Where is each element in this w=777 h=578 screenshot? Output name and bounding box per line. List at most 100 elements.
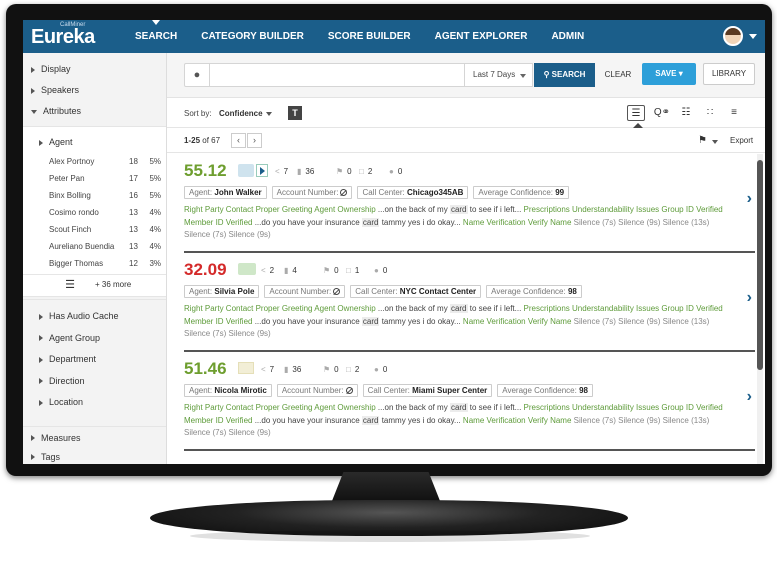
play-icon[interactable] [256,164,268,177]
tag-stat[interactable]: ⚑ 0 [323,365,339,374]
tag-stat[interactable]: ⚑ 0 [323,266,339,275]
nav-agent-explorer[interactable]: AGENT EXPLORER [435,20,528,53]
attr-has-audio-cache[interactable]: Has Audio Cache [23,306,166,328]
email-icon[interactable] [238,362,254,374]
share-stat[interactable]: <7 [275,167,288,176]
brand-logo[interactable]: CallMiner Eureka [23,20,123,53]
attr-agent-group[interactable]: Agent Group [23,328,166,350]
attr-agent[interactable]: Agent [23,131,166,153]
sidebar-display[interactable]: Display [23,59,166,80]
category-hit[interactable]: Right Party Contact Proper Greeting Agen… [184,403,376,412]
prev-page-button[interactable]: ‹ [231,133,246,148]
export-button[interactable]: Export [730,136,753,145]
transcript-view-icon[interactable]: ☷ [677,105,695,121]
share-stat[interactable]: <2 [261,266,274,275]
agent-row[interactable]: Alex Portnoy 18 5% [23,153,166,170]
account-tag[interactable]: Account Number: [264,285,346,298]
category-hit[interactable]: Name Verification Verify Name [463,218,572,227]
agent-row[interactable]: Cosimo rondo 13 4% [23,204,166,221]
confidence-tag[interactable]: Average Confidence: 98 [486,285,582,298]
user-avatar[interactable] [723,26,743,46]
chevron-right-icon[interactable]: › [747,388,752,406]
library-button[interactable]: LIBRARY [703,63,755,85]
chat-stat[interactable]: ● 0 [389,167,402,176]
result-card[interactable]: 55.12 <7 ▮ 36 ⚑ 0 □ 2 ● 0 Agent: John Walker Accoun… [184,154,755,253]
query-view-icon[interactable]: Q⚭ [653,105,671,121]
speech-bubble-icon[interactable]: ● [184,63,210,87]
text-toggle-button[interactable]: T [288,106,302,120]
document-stat[interactable]: □ 2 [346,365,359,374]
chevron-right-icon[interactable]: › [747,289,752,307]
tag-icon[interactable]: ⚑ [698,135,707,146]
attr-location[interactable]: Location [23,392,166,414]
agent-row[interactable]: Binx Bolling 16 5% [23,187,166,204]
confidence-tag[interactable]: Average Confidence: 98 [497,384,593,397]
sidebar-speakers[interactable]: Speakers [23,80,166,101]
agent-tag[interactable]: Agent: Silvia Pole [184,285,260,298]
agent-tag[interactable]: Agent: Nicola Mirotic [184,384,272,397]
category-hit[interactable]: Name Verification Verify Name [463,416,572,425]
chevron-down-icon[interactable] [749,34,757,39]
scroll-thumb[interactable] [757,160,763,370]
list-view-icon[interactable]: ☰ [627,105,645,121]
nav-admin[interactable]: ADMIN [551,20,584,53]
silence-marker: Silence (7s) [184,230,227,239]
sidebar-measures[interactable]: Measures [23,425,166,447]
search-input[interactable] [210,63,465,87]
attr-direction[interactable]: Direction [23,371,166,393]
chat-icon[interactable] [238,263,256,275]
chevron-down-icon[interactable] [266,112,272,116]
confidence-tag[interactable]: Average Confidence: 99 [473,186,570,199]
result-score: 55.12 [184,161,227,180]
category-hit[interactable]: Right Party Contact Proper Greeting Agen… [184,304,376,313]
result-card[interactable]: 32.09 <2 ▮ 4 ⚑ 0 □ 1 ● 0 Agent: Silvia Pole Account… [184,253,755,352]
account-tag[interactable]: Account Number: [271,186,353,199]
blocked-icon [340,189,348,197]
chat-stat[interactable]: ● 0 [374,266,387,275]
nav-search[interactable]: SEARCH [135,20,177,53]
search-button[interactable]: ⚲ SEARCH [534,63,595,87]
menu-view-icon[interactable]: ≡ [725,105,743,121]
sidebar-attributes[interactable]: Attributes [23,101,166,122]
agent-row[interactable]: Peter Pan 17 5% [23,170,166,187]
comment-stat[interactable]: ▮ 36 [284,365,301,374]
call-center-tag[interactable]: Call Center: NYC Contact Center [350,285,482,298]
comment-stat[interactable]: ▮ 36 [297,167,314,176]
comment-stat[interactable]: ▮ 4 [284,266,297,275]
save-button[interactable]: SAVE ▾ [642,63,696,85]
result-card[interactable]: 51.46 <7 ▮ 36 ⚑ 0 □ 2 ● 0 Agent: Nicola Mirotic Acc… [184,352,755,451]
date-range-select[interactable]: Last 7 Days [465,63,533,87]
share-stat[interactable]: <7 [261,365,274,374]
document-stat[interactable]: □ 2 [359,167,372,176]
attr-department[interactable]: Department [23,349,166,371]
clear-button[interactable]: CLEAR [602,63,634,87]
agent-row[interactable]: Scout Finch 13 4% [23,221,166,238]
caret-right-icon [31,454,35,461]
account-tag[interactable]: Account Number: [276,384,358,397]
agent-row[interactable]: Bigger Thomas 12 3% [23,255,166,272]
category-hit[interactable]: Right Party Contact Proper Greeting Agen… [184,205,376,214]
call-center-tag[interactable]: Call Center: Miami Super Center [362,384,493,397]
sort-select[interactable]: Confidence [219,109,263,118]
agent-row[interactable]: Aureliano Buendia 13 4% [23,238,166,255]
agent-name: Alex Portnoy [49,157,95,166]
silence-marker: Silence (7s) [573,217,616,227]
next-page-button[interactable]: › [247,133,262,148]
menu-icon[interactable]: ☰ [23,278,85,291]
nav-score-builder[interactable]: SCORE BUILDER [328,20,411,53]
more-agents-link[interactable]: + 36 more [95,280,131,289]
agent-tag[interactable]: Agent: John Walker [184,186,267,199]
category-hit[interactable]: Name Verification Verify Name [463,317,572,326]
chevron-right-icon[interactable]: › [747,190,752,208]
agent-count: 13 [129,208,138,217]
document-stat[interactable]: □ 1 [346,266,359,275]
agent-list: Alex Portnoy 18 5% Peter Pan 17 5% Binx Bollin… [23,153,166,272]
nav-category-builder[interactable]: CATEGORY BUILDER [201,20,304,53]
chevron-down-icon[interactable] [712,140,718,144]
chat-stat[interactable]: ● 0 [374,365,387,374]
cluster-view-icon[interactable]: ∷ [701,105,719,121]
sidebar-tags[interactable]: Tags [23,447,166,465]
call-center-tag[interactable]: Call Center: Chicago345AB [357,186,469,199]
results-scrollbar[interactable] [757,154,763,464]
tag-stat[interactable]: ⚑ 0 [336,167,352,176]
